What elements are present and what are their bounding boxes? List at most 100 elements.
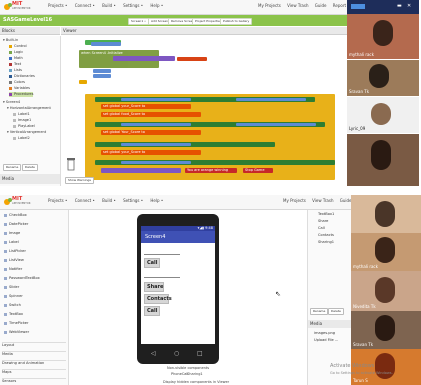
palette-image[interactable]: Image xyxy=(4,231,20,235)
component-sharing1[interactable]: Sharing1 xyxy=(318,240,334,244)
palette-passwordtextbox[interactable]: PasswordTextBox xyxy=(4,276,40,280)
tree-text[interactable]: Text xyxy=(9,62,21,67)
block-component[interactable] xyxy=(236,98,306,101)
palette-section-drawing[interactable]: Drawing and Animation xyxy=(2,360,66,365)
menu-settings[interactable]: Settings • xyxy=(123,3,143,8)
palette-datepicker[interactable]: DatePicker xyxy=(4,222,28,226)
tree-vertical-arrangement[interactable]: ▾ VerticalArrangement xyxy=(7,130,46,135)
tree-screen4[interactable]: ▾ Screen4 xyxy=(3,100,20,105)
rename-button[interactable]: Rename xyxy=(3,164,22,171)
palette-timepicker[interactable]: TimePicker xyxy=(4,321,29,325)
textbox-field[interactable] xyxy=(144,274,180,278)
home-nav-icon[interactable]: ○ xyxy=(174,350,179,357)
menu-build[interactable]: Build • xyxy=(102,198,116,203)
block-set-variable[interactable]: set global food_Score to xyxy=(101,112,201,117)
palette-notifier[interactable]: Notifier xyxy=(4,267,22,271)
tree-colors[interactable]: Colors xyxy=(9,80,25,85)
palette-textbox[interactable]: TextBox xyxy=(4,312,23,316)
palette-label[interactable]: Label xyxy=(4,240,19,244)
tree-procedures[interactable]: Procedures xyxy=(9,92,34,97)
tree-label2[interactable]: Label2 xyxy=(13,136,30,141)
back-nav-icon[interactable]: ◁ xyxy=(151,350,156,357)
menu-connect[interactable]: Connect • xyxy=(75,198,95,203)
palette-section-layout[interactable]: Layout xyxy=(2,342,66,347)
tree-horizontal-arrangement[interactable]: ▾ HorizontalArrangement xyxy=(7,106,51,111)
menu-projects[interactable]: Projects • xyxy=(48,198,67,203)
my-projects-link[interactable]: My Projects xyxy=(283,198,306,203)
report-link[interactable]: Report xyxy=(333,3,346,8)
recent-nav-icon[interactable]: □ xyxy=(197,350,203,357)
tree-lists[interactable]: Lists xyxy=(9,68,22,73)
trash-can-icon[interactable] xyxy=(67,157,75,171)
close-icon[interactable]: ✕ xyxy=(407,3,411,9)
component-share[interactable]: Share xyxy=(318,219,328,223)
upload-file-button[interactable]: Upload File ... xyxy=(314,338,338,342)
view-trash-link[interactable]: View Trash xyxy=(287,3,308,8)
delete-button[interactable]: Delete xyxy=(22,164,38,171)
sharing-component[interactable]: Sharing1 xyxy=(187,372,203,376)
block-control[interactable] xyxy=(79,80,87,84)
palette-switch[interactable]: Switch xyxy=(4,303,21,307)
block-component[interactable] xyxy=(236,123,316,126)
menu-help[interactable]: Help • xyxy=(150,3,163,8)
delete-button[interactable]: Delete xyxy=(328,308,344,315)
block-component[interactable] xyxy=(93,69,111,73)
block-set-variable[interactable]: set global your_Score to xyxy=(101,150,201,155)
menu-help[interactable]: Help • xyxy=(150,198,163,203)
call-button-2[interactable]: Call xyxy=(144,306,160,316)
block-text-picture[interactable] xyxy=(177,57,207,61)
view-trash-link[interactable]: View Trash xyxy=(312,198,333,203)
block-component[interactable] xyxy=(121,123,191,126)
block-set-variable[interactable]: set global your_Score to xyxy=(101,104,191,109)
tree-label1[interactable]: Label1 xyxy=(13,112,30,117)
palette-section-sensors[interactable]: Sensors xyxy=(2,378,66,383)
guide-link[interactable]: Guide xyxy=(340,198,352,203)
share-button[interactable]: Share xyxy=(144,282,164,292)
palette-webviewer[interactable]: WebViewer xyxy=(4,330,29,334)
component-contacts[interactable]: Contacts xyxy=(318,233,334,237)
tree-built-in[interactable]: ▾ Built-in xyxy=(3,38,18,43)
palette-section-maps[interactable]: Maps xyxy=(2,369,66,374)
media-file[interactable]: images.png xyxy=(314,331,335,335)
rename-button[interactable]: Rename xyxy=(310,308,329,315)
palette-listview[interactable]: ListView xyxy=(4,258,24,262)
palette-section-media[interactable]: Media xyxy=(2,351,66,356)
tree-image1[interactable]: Image1 xyxy=(13,118,31,123)
block-set-picture[interactable] xyxy=(113,56,175,61)
palette-checkbox[interactable]: CheckBox xyxy=(4,213,27,217)
palette-listpicker[interactable]: ListPicker xyxy=(4,249,26,253)
palette-spinner[interactable]: Spinner xyxy=(4,294,23,298)
block-stop-game[interactable]: Stop Game xyxy=(243,168,273,173)
block-text-message[interactable]: You are orange winning xyxy=(185,168,237,173)
menu-build[interactable]: Build • xyxy=(102,3,116,8)
menu-projects[interactable]: Projects • xyxy=(48,3,67,8)
block-component[interactable] xyxy=(121,143,191,146)
contacts-button[interactable]: Contacts xyxy=(144,294,172,304)
guide-link[interactable]: Guide xyxy=(315,3,327,8)
show-warnings-button[interactable]: Show Warnings xyxy=(65,177,94,184)
tree-variables[interactable]: Variables xyxy=(9,86,30,91)
component-call[interactable]: Call xyxy=(318,226,325,230)
blocks-workspace[interactable]: when Screen4 .Initialize set global your… xyxy=(61,36,347,186)
call-button[interactable]: Call xyxy=(144,258,160,268)
textbox-field[interactable] xyxy=(144,251,180,255)
block-component[interactable] xyxy=(121,161,191,164)
zoom-view-icon[interactable] xyxy=(351,4,365,9)
tree-playlabel[interactable]: PlayLabel xyxy=(13,124,35,129)
tree-logic[interactable]: Logic xyxy=(9,50,23,55)
screen-select-button[interactable]: Screen1 • xyxy=(128,18,149,25)
menu-settings[interactable]: Settings • xyxy=(123,198,143,203)
menu-connect[interactable]: Connect • xyxy=(75,3,95,8)
block-set-variable[interactable]: set global Your_Score to xyxy=(101,130,201,135)
tree-dictionaries[interactable]: Dictionaries xyxy=(9,74,35,79)
tree-math[interactable]: Math xyxy=(9,56,23,61)
block-component[interactable] xyxy=(91,42,121,46)
block-component[interactable] xyxy=(93,74,111,78)
palette-slider[interactable]: Slider xyxy=(4,285,19,289)
block-set-label[interactable] xyxy=(101,168,181,173)
publish-gallery-button[interactable]: Publish to Gallery xyxy=(220,18,253,25)
component-textbox1[interactable]: TextBox1 xyxy=(318,212,334,216)
my-projects-link[interactable]: My Projects xyxy=(258,3,281,8)
block-component[interactable] xyxy=(121,98,191,101)
tree-control[interactable]: Control xyxy=(9,44,27,49)
